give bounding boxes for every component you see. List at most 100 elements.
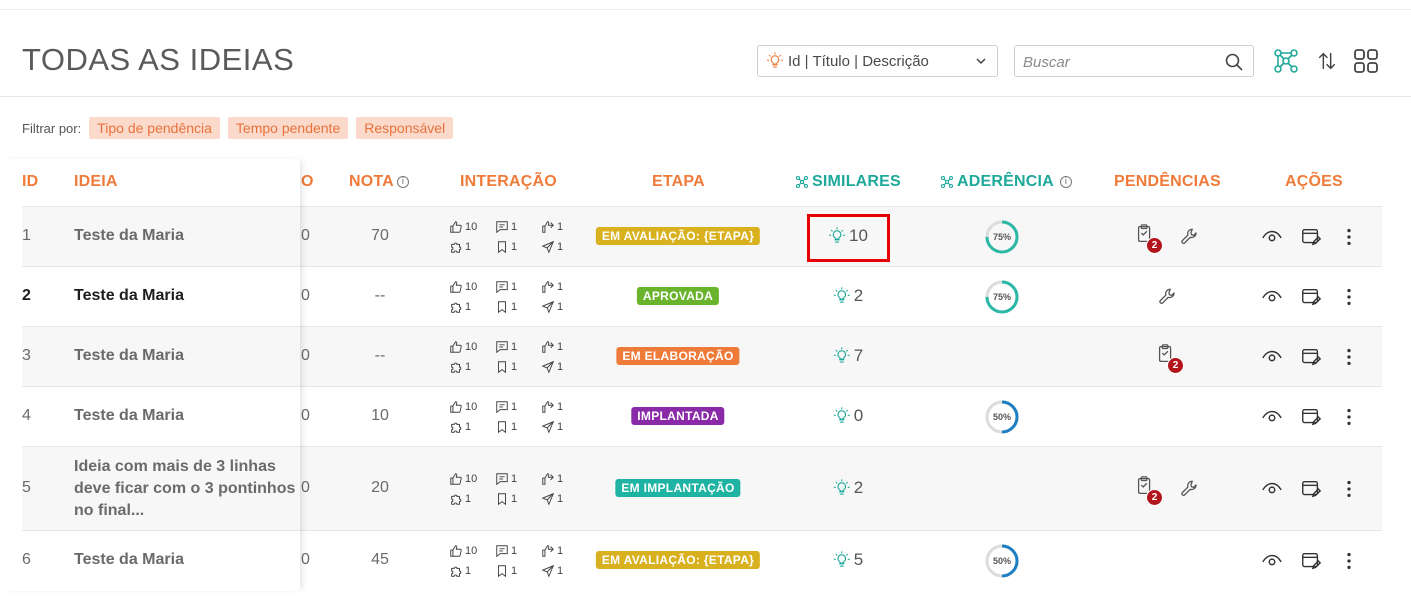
edit-icon[interactable]: [1300, 550, 1322, 572]
more-options-icon[interactable]: [1338, 550, 1360, 572]
table-row[interactable]: 5 Ideia com mais de 3 linhas deve ficar co…: [22, 446, 1382, 530]
lightbulb-icon: [833, 347, 851, 365]
interaction-count: 1: [465, 493, 472, 505]
interaction-count: 1: [511, 361, 518, 373]
interaction-count: 1: [557, 493, 564, 505]
view-icon[interactable]: [1261, 478, 1283, 500]
table-row[interactable]: 1 Teste da Maria 0 70 10 1 1 1 1 1 EM AVALIAÇÃO: {…: [22, 206, 1382, 266]
similar-count: 2: [853, 478, 864, 497]
filter-chip-pending-time[interactable]: Tempo pendente: [227, 117, 349, 139]
row-idea-title[interactable]: Ideia com mais de 3 linhas deve ficar com…: [74, 456, 296, 522]
clipboard-icon[interactable]: 2: [1155, 343, 1184, 374]
clipboard-icon[interactable]: 2: [1134, 223, 1163, 254]
interaction-count: 1: [511, 281, 518, 293]
more-options-icon[interactable]: [1338, 478, 1360, 500]
edit-icon[interactable]: [1300, 226, 1322, 248]
row-clipped-value: 0: [301, 347, 310, 364]
interaction-count: 1: [557, 241, 564, 253]
share-icon: [541, 400, 555, 414]
similar-ideas-link[interactable]: 0: [833, 406, 863, 426]
view-icon[interactable]: [1261, 226, 1283, 248]
like-icon: [449, 220, 463, 234]
network-graph-icon[interactable]: [1271, 46, 1301, 76]
similar-ideas-link[interactable]: 5: [833, 550, 863, 570]
edit-icon[interactable]: [1300, 478, 1322, 500]
table-row[interactable]: 2 Teste da Maria 0 -- 10 1 1 1 1 1 APROVADA 2 75%: [22, 266, 1382, 326]
bookmark-icon: [495, 564, 509, 578]
puzzle-icon: [449, 564, 463, 578]
wrench-icon[interactable]: [1179, 226, 1201, 248]
send-icon: [541, 300, 555, 314]
info-icon[interactable]: i: [396, 176, 409, 188]
row-idea-title[interactable]: Teste da Maria: [74, 551, 184, 569]
sort-icon[interactable]: [1312, 46, 1342, 76]
column-header-pending[interactable]: PENDÊNCIAS: [1114, 173, 1221, 191]
interaction-saves: 1: [495, 563, 541, 579]
interaction-count: 1: [557, 565, 564, 577]
search-icon[interactable]: [1224, 52, 1244, 72]
similar-ideas-link[interactable]: 2: [833, 286, 863, 306]
table-row[interactable]: 6 Teste da Maria 0 45 10 1 1 1 1 1 EM AVALIAÇÃO: {…: [22, 530, 1382, 590]
filter-chip-responsible[interactable]: Responsável: [356, 117, 454, 139]
view-icon[interactable]: [1261, 550, 1283, 572]
interaction-likes: 10: [449, 219, 495, 235]
interaction-count: 1: [465, 421, 472, 433]
edit-icon[interactable]: [1300, 286, 1322, 308]
comment-icon: [495, 400, 509, 414]
column-header-interaction[interactable]: INTERAÇÃO: [460, 173, 557, 191]
interaction-saves: 1: [495, 419, 541, 435]
puzzle-icon: [449, 300, 463, 314]
interaction-sends: 1: [541, 491, 581, 507]
search-box: [1014, 45, 1254, 77]
row-interactions: 10 1 1 1 1 1: [449, 339, 581, 375]
interaction-shares: 1: [541, 219, 581, 235]
interaction-likes: 10: [449, 399, 495, 415]
more-options-icon[interactable]: [1338, 346, 1360, 368]
interaction-count: 10: [465, 341, 478, 353]
wrench-icon[interactable]: [1157, 286, 1179, 308]
row-idea-title[interactable]: Teste da Maria: [74, 227, 184, 245]
more-options-icon[interactable]: [1338, 286, 1360, 308]
network-graph-icon: [940, 175, 954, 189]
column-header-id[interactable]: ID: [22, 173, 38, 191]
send-icon: [541, 240, 555, 254]
more-options-icon[interactable]: [1338, 406, 1360, 428]
clipboard-icon[interactable]: 2: [1134, 475, 1163, 506]
column-header-idea[interactable]: IDEIA: [74, 173, 118, 191]
interaction-count: 1: [557, 281, 564, 293]
column-header-grade[interactable]: NOTA i: [349, 173, 409, 191]
table-row[interactable]: 4 Teste da Maria 0 10 10 1 1 1 1 1 IMPLANTADA 0 50%: [22, 386, 1382, 446]
interaction-count: 1: [465, 241, 472, 253]
similar-ideas-link[interactable]: 2: [833, 478, 863, 498]
grid-view-icon[interactable]: [1351, 46, 1381, 76]
table-row[interactable]: 3 Teste da Maria 0 -- 10 1 1 1 1 1 EM ELABORAÇÃO 7 2: [22, 326, 1382, 386]
row-grade: --: [374, 287, 386, 304]
row-idea-title[interactable]: Teste da Maria: [74, 287, 184, 305]
row-idea-title[interactable]: Teste da Maria: [74, 347, 184, 365]
edit-icon[interactable]: [1300, 406, 1322, 428]
wrench-icon[interactable]: [1179, 478, 1201, 500]
similar-ideas-link[interactable]: 7: [833, 346, 863, 366]
row-grade: 20: [371, 479, 389, 496]
view-icon[interactable]: [1261, 346, 1283, 368]
edit-icon[interactable]: [1300, 346, 1322, 368]
column-header-stage[interactable]: ETAPA: [652, 173, 705, 191]
more-options-icon[interactable]: [1338, 226, 1360, 248]
info-icon[interactable]: i: [1059, 176, 1072, 188]
column-header-adherence[interactable]: ADERÊNCIA i: [940, 173, 1072, 191]
view-icon[interactable]: [1261, 406, 1283, 428]
row-interactions: 10 1 1 1 1 1: [449, 543, 581, 579]
filter-chip-pending-type[interactable]: Tipo de pendência: [89, 117, 220, 139]
similar-count: 2: [853, 286, 864, 305]
adherence-percent: 50%: [992, 556, 1011, 566]
puzzle-icon: [449, 420, 463, 434]
interaction-count: 10: [465, 473, 478, 485]
search-field-select[interactable]: Id | Título | Descrição: [757, 45, 998, 77]
search-input[interactable]: [1023, 52, 1213, 72]
column-header-similar[interactable]: SIMILARES: [795, 173, 901, 191]
view-icon[interactable]: [1261, 286, 1283, 308]
interaction-count: 1: [557, 341, 564, 353]
interaction-count: 1: [511, 473, 518, 485]
row-idea-title[interactable]: Teste da Maria: [74, 407, 184, 425]
interaction-count: 1: [557, 473, 564, 485]
